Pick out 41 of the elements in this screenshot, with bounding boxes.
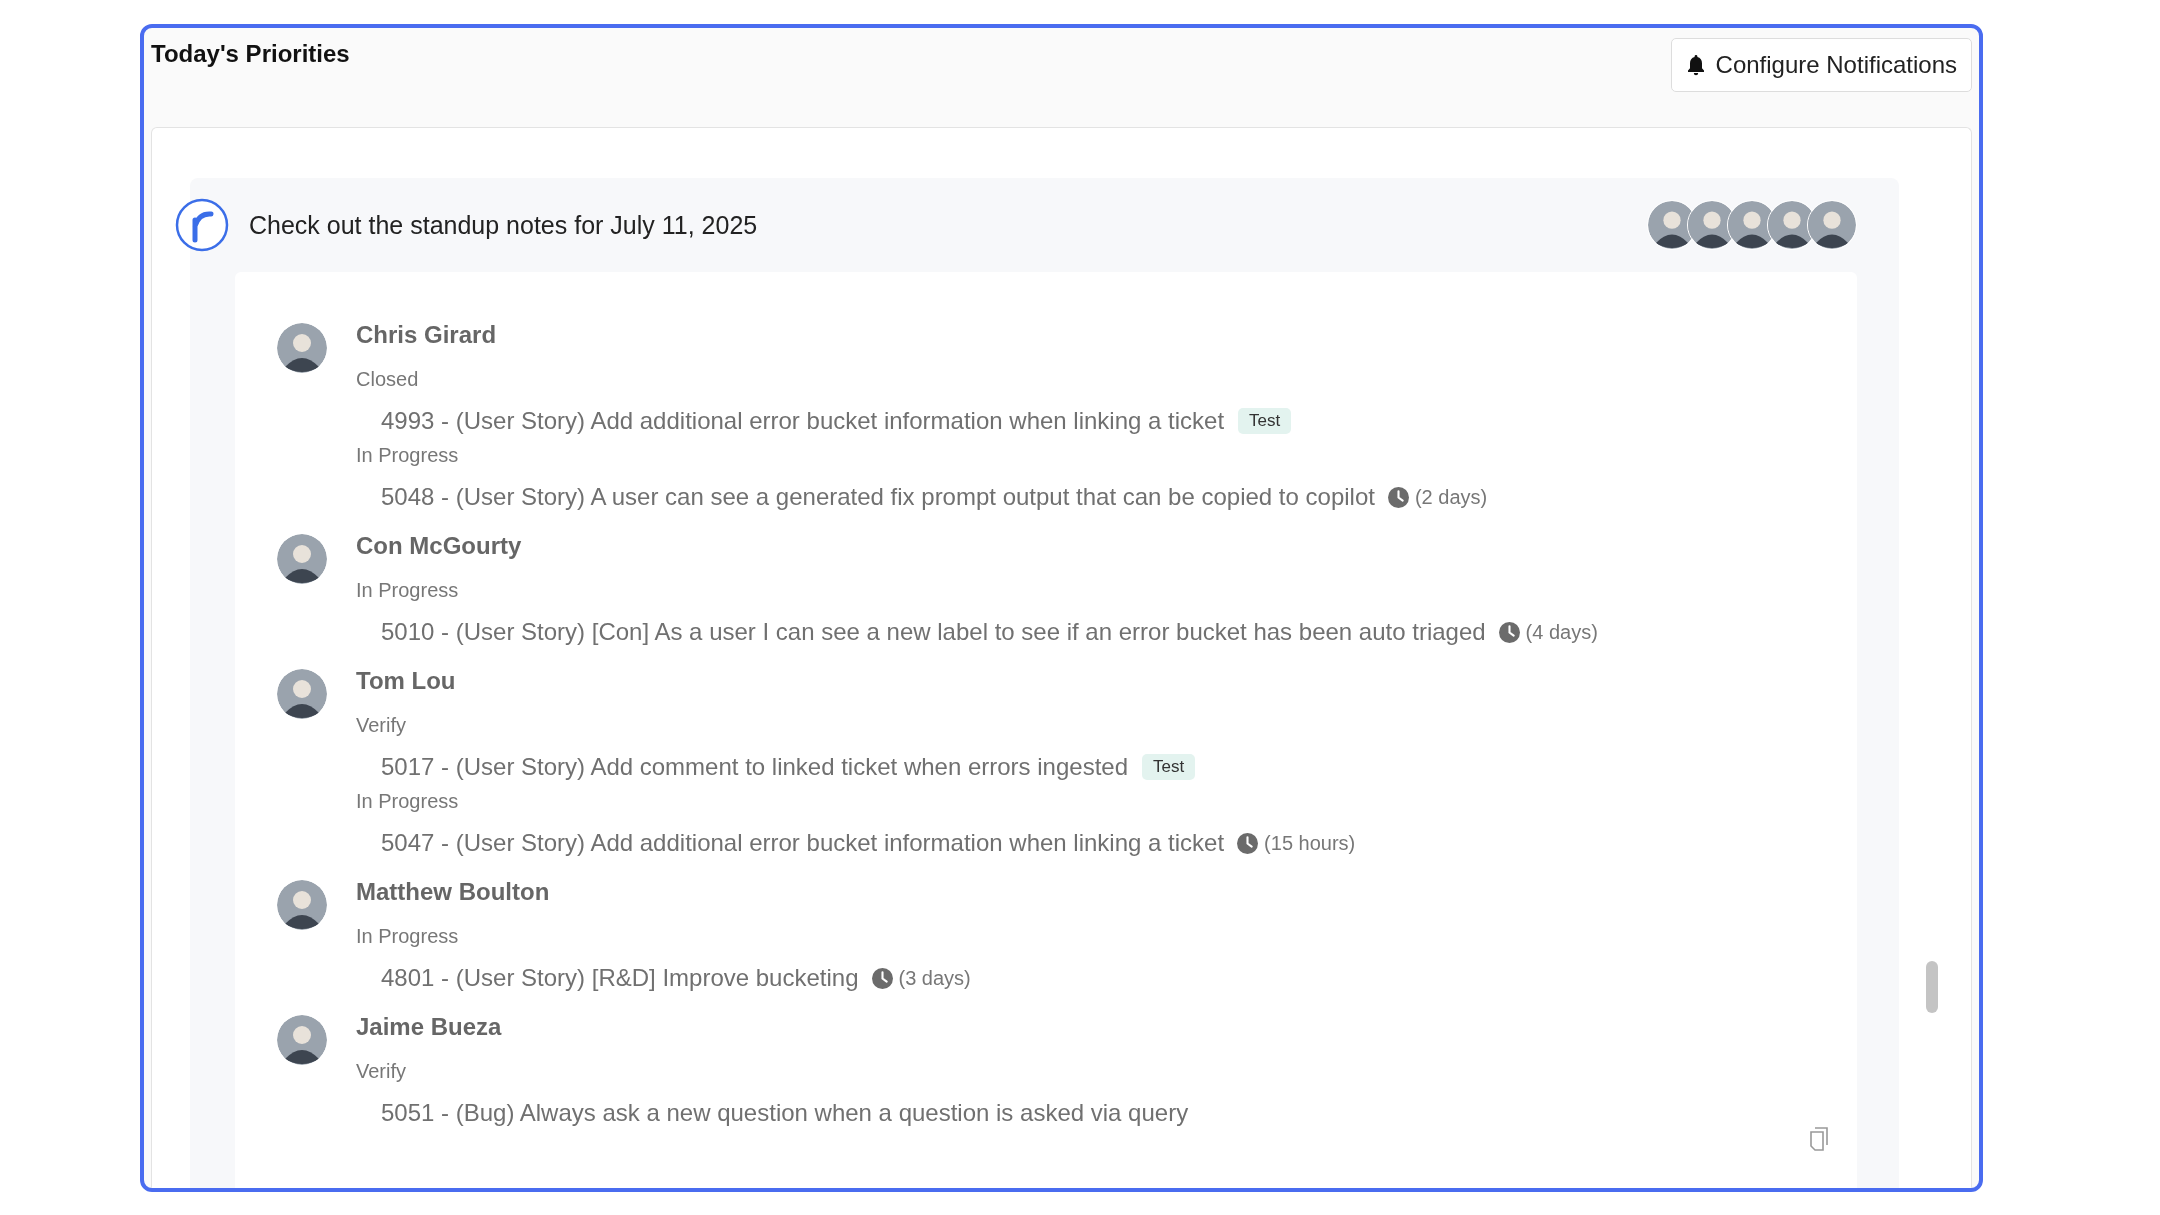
status-label: In Progress: [356, 789, 460, 814]
status-label: In Progress: [356, 578, 460, 603]
ticket-text: 5048 - (User Story) A user can see a generated fix prompt output that can be copied to copilot: [381, 483, 1375, 511]
ticket-text: 5017 - (User Story) Add comment to linked ticket when errors ingested: [381, 753, 1128, 781]
ticket-text: 4801 - (User Story) [R&D] Improve bucketing: [381, 964, 859, 992]
avatar-icon: [1807, 200, 1857, 250]
ticket-text: 5010 - (User Story) [Con] As a user I can see a new label to see if an error bucket has been auto triaged: [381, 618, 1486, 646]
clock-icon: [871, 967, 893, 989]
status-label: Verify: [356, 713, 408, 738]
age-text: (2 days): [1414, 485, 1488, 509]
bell-icon: [1685, 54, 1706, 76]
status-label: In Progress: [356, 443, 460, 468]
age-text: (3 days): [898, 966, 971, 990]
avatar-icon: [277, 534, 327, 584]
status-label: Closed: [356, 367, 420, 392]
ticket-text: 5047 - (User Story) Add additional error bucket information when linking a ticket: [381, 829, 1225, 857]
avatar-icon: [277, 323, 327, 373]
status-label: In Progress: [356, 924, 460, 949]
tag-badge: Test: [1238, 408, 1292, 434]
age-text: (4 days): [1525, 620, 1598, 644]
configure-notifications-button[interactable]: Configure Notifications: [1670, 38, 1972, 92]
clock-icon: [1387, 486, 1409, 508]
tag-badge: Test: [1142, 754, 1196, 780]
clock-icon: [1237, 832, 1259, 854]
age-text: (15 hours): [1264, 831, 1356, 855]
person-name: Con McGourty: [356, 531, 523, 561]
avatar-icon: [277, 880, 327, 930]
ticket-text: 4993 - (User Story) Add additional error bucket information when linking a ticket: [381, 407, 1225, 435]
status-label: Verify: [356, 1059, 408, 1084]
standup-heading: Check out the standup notes for July 11, 2025: [249, 210, 759, 240]
person-name: Matthew Boulton: [356, 877, 551, 907]
avatar-icon: [277, 669, 327, 719]
person-name: Chris Girard: [356, 320, 498, 350]
person-name: Tom Lou: [356, 666, 457, 696]
ticket-text: 5051 - (Bug) Always ask a new question when a question is asked via query: [381, 1099, 1189, 1127]
person-name: Jaime Bueza: [356, 1012, 503, 1042]
avatar-icon: [277, 1015, 327, 1065]
clock-icon: [1498, 621, 1520, 643]
scrollbar-thumb[interactable]: [1926, 961, 1938, 1013]
copy-icon[interactable]: [1809, 1127, 1829, 1151]
panel-title: Today's Priorities: [151, 40, 350, 68]
